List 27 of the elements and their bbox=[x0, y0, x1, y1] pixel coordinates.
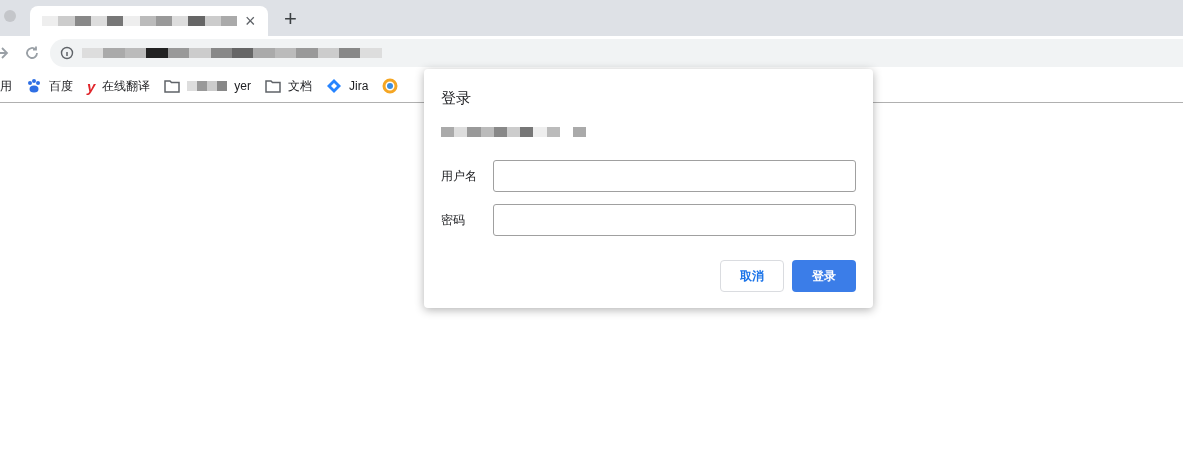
input-field[interactable] bbox=[493, 159, 856, 192]
letter-icon: y bbox=[87, 78, 96, 94]
field-label: 密码 bbox=[441, 211, 466, 229]
bookmark[interactable]: yer bbox=[164, 77, 251, 95]
field-label: 用户名 bbox=[441, 167, 478, 185]
bookmark[interactable] bbox=[382, 78, 399, 94]
browser-tab[interactable]: × bbox=[30, 6, 268, 36]
address-bar[interactable] bbox=[50, 39, 1183, 67]
login-button[interactable]: 登录 bbox=[792, 259, 856, 292]
bookmark[interactable]: 文档 bbox=[265, 77, 312, 95]
input-field[interactable] bbox=[493, 203, 856, 236]
close-icon[interactable]: × bbox=[245, 12, 256, 30]
reload-icon[interactable] bbox=[24, 45, 40, 61]
info-icon bbox=[60, 46, 74, 60]
dialog-title: 登录 bbox=[441, 88, 472, 108]
folder-icon bbox=[164, 79, 181, 93]
bookmark[interactable]: y 在线翻译 bbox=[87, 77, 151, 95]
paw-icon bbox=[26, 78, 42, 94]
bookmark[interactable]: Jira bbox=[326, 77, 369, 95]
cancel-button[interactable]: 取消 bbox=[720, 259, 784, 292]
bookmark[interactable]: 用 bbox=[0, 77, 12, 95]
diamond-icon bbox=[326, 78, 342, 94]
new-tab-icon[interactable]: + bbox=[284, 8, 297, 30]
folder-icon bbox=[265, 79, 281, 93]
pixelated-text bbox=[187, 80, 228, 92]
ring-icon bbox=[382, 78, 399, 94]
bookmark[interactable]: 百度 bbox=[26, 77, 73, 95]
